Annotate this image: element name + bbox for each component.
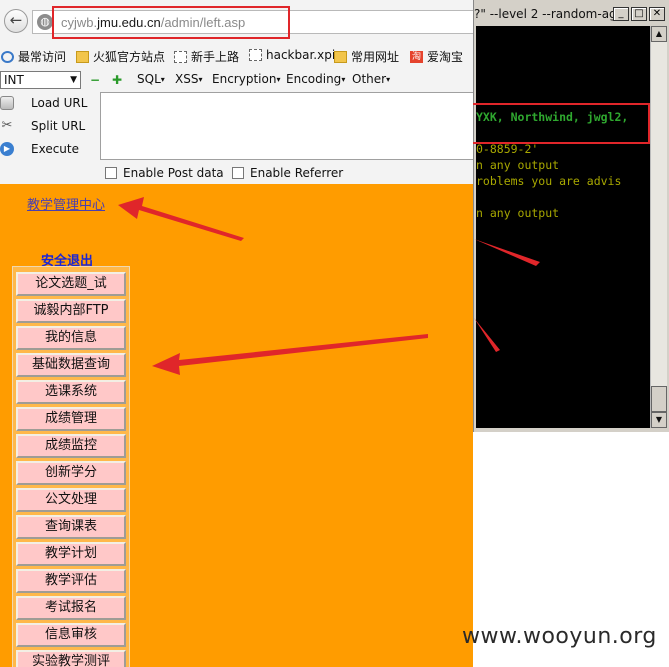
menu-label: Other (352, 72, 387, 86)
menu-item-button[interactable]: 基础数据查询 (16, 353, 126, 377)
caret-icon: ▾ (386, 75, 391, 84)
folder-icon (334, 50, 347, 63)
menu-label: SQL (137, 72, 161, 86)
bookmark-label: 爱淘宝 (427, 50, 464, 64)
menu-item-button[interactable]: 成绩监控 (16, 434, 126, 458)
chevron-down-icon: ▼ (70, 75, 77, 85)
back-arrow-icon: ← (9, 11, 23, 29)
bookmark-label: 新手上路 (191, 50, 240, 64)
menu-item-button[interactable]: 创新学分 (16, 461, 126, 485)
back-button[interactable]: ← (4, 9, 28, 33)
terminal-scrollbar[interactable]: ▲ ▼ (650, 26, 667, 428)
checkbox-label: Enable Referrer (250, 166, 344, 180)
type-select-value: INT (4, 73, 24, 87)
menu-encoding[interactable]: Encoding▾ (286, 72, 345, 86)
bookmark-getting-started[interactable]: 新手上路 (174, 48, 239, 65)
bookmark-taobao[interactable]: 淘爱淘宝 (410, 48, 463, 65)
action-label: Load URL (31, 96, 88, 110)
hackbar-panel: INT ▼ − ✚ SQL▾ XSS▾ Encryption▾ Encoding▾… (0, 68, 473, 184)
action-label: Split URL (31, 119, 86, 133)
url-textarea[interactable] (100, 92, 473, 160)
action-label: Execute (31, 142, 79, 156)
browser-chrome: ← ◍ cyjwb.jmu.edu.cn/admin/left.asp 最常访问… (0, 0, 473, 184)
close-icon[interactable]: ✕ (649, 7, 665, 21)
caret-icon: ▾ (276, 75, 281, 84)
menu-item-button[interactable]: 我的信息 (16, 326, 126, 350)
menu-item-button[interactable]: 教学计划 (16, 542, 126, 566)
navigation-bar: ← ◍ cyjwb.jmu.edu.cn/admin/left.asp (0, 0, 473, 44)
search-icon (1, 50, 14, 63)
play-icon: ▶ (0, 142, 14, 156)
globe-icon: ◍ (37, 14, 53, 30)
checkbox-label: Enable Post data (123, 166, 224, 180)
menu-item-button[interactable]: 论文选题_试 (16, 272, 126, 296)
terminal-window: ?" --level 2 --random-ag... _ □ ✕ YXK, N… (473, 0, 669, 432)
bookmark-most-visited[interactable]: 最常访问 (1, 48, 66, 65)
taobao-icon: 淘 (410, 50, 423, 63)
teaching-center-link[interactable]: 教学管理中心 (27, 194, 105, 213)
page-icon (174, 50, 187, 63)
menu-item-button[interactable]: 考试报名 (16, 596, 126, 620)
menu-label: Encryption (212, 72, 277, 86)
admin-left-frame: 教学管理中心 安全退出 论文选题_试 诚毅内部FTP 我的信息 基础数据查询 选课系统成… (0, 184, 473, 667)
menu-item-button[interactable]: 实验教学测评 (16, 650, 126, 667)
url-annotation-box (52, 6, 290, 39)
minus-icon[interactable]: − (90, 73, 100, 87)
bookmark-firefox-site[interactable]: 火狐官方站点 (76, 48, 165, 65)
menu-item-button[interactable]: 诚毅内部FTP (16, 299, 126, 323)
type-select[interactable]: INT ▼ (0, 71, 81, 89)
terminal-titlebar: ?" --level 2 --random-ag... _ □ ✕ (474, 4, 669, 24)
terminal-line: 0-8859-2' (476, 142, 539, 156)
terminal-output: YXK, Northwind, jwgl2, 0-8859-2' n any o… (476, 26, 650, 428)
menu-item-button[interactable]: 查询课表 (16, 515, 126, 539)
watermark: www.wooyun.org (462, 624, 657, 649)
caret-icon: ▾ (160, 75, 165, 84)
bookmark-label: hackbar.xpi (266, 48, 336, 62)
plus-icon[interactable]: ✚ (112, 73, 122, 87)
menu-item-button[interactable]: 公文处理 (16, 488, 126, 512)
menu-label: XSS (175, 72, 199, 86)
terminal-line: n any output (476, 206, 560, 220)
scroll-down-icon[interactable]: ▼ (651, 412, 667, 428)
scissors-icon: ✂ (1, 118, 13, 133)
menu-sql[interactable]: SQL▾ (137, 72, 165, 86)
bookmarks-toolbar: 最常访问 火狐官方站点 新手上路 hackbar.xpi 常用网址 淘爱淘宝 (0, 44, 473, 68)
terminal-line: n any output (476, 158, 560, 172)
menu-label: Encoding (286, 72, 342, 86)
caret-icon: ▾ (198, 75, 203, 84)
maximize-icon[interactable]: □ (631, 7, 647, 21)
bookmark-label: 最常访问 (18, 50, 67, 64)
bookmark-common-sites[interactable]: 常用网址 (334, 48, 399, 65)
scroll-thumb[interactable] (651, 386, 667, 412)
menu-item-button[interactable]: 教学评估 (16, 569, 126, 593)
menu-item-button[interactable]: 选课系统 (16, 380, 126, 404)
terminal-line: roblems you are advis (476, 174, 622, 188)
minimize-icon[interactable]: _ (613, 7, 629, 21)
page-icon (249, 49, 262, 61)
menu-xss[interactable]: XSS▾ (175, 72, 202, 86)
menu-other[interactable]: Other▾ (352, 72, 390, 86)
folder-icon (76, 50, 89, 63)
menu-item-button[interactable]: 信息审核 (16, 623, 126, 647)
terminal-annotation-box (473, 103, 650, 144)
bookmark-hackbar[interactable]: hackbar.xpi (249, 48, 335, 62)
bookmark-label: 常用网址 (351, 50, 400, 64)
scroll-up-icon[interactable]: ▲ (651, 26, 667, 42)
referrer-checkbox[interactable]: Enable Referrer (232, 166, 343, 180)
terminal-title: ?" --level 2 --random-ag... (474, 7, 629, 21)
menu-encryption[interactable]: Encryption▾ (212, 72, 280, 86)
menu-item-button[interactable]: 成绩管理 (16, 407, 126, 431)
checkbox-box[interactable] (105, 167, 117, 179)
load-icon (0, 96, 14, 110)
caret-icon: ▾ (341, 75, 346, 84)
post-data-checkbox[interactable]: Enable Post data (105, 166, 224, 180)
checkbox-box[interactable] (232, 167, 244, 179)
bookmark-label: 火狐官方站点 (93, 50, 166, 64)
